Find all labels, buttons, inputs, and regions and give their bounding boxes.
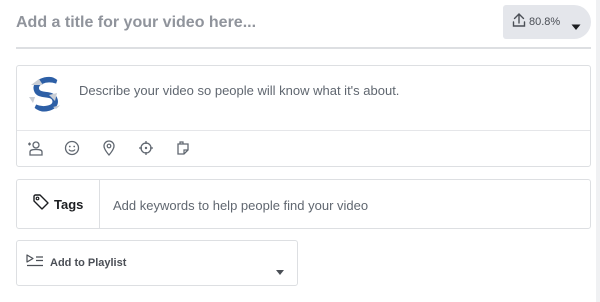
playlist-label: Add to Playlist [50,257,127,269]
playlist-icon [26,253,44,273]
location-pin-icon [101,139,117,161]
scrollbar-track[interactable] [596,0,600,302]
tags-label: Tags [54,196,84,212]
location-button[interactable] [101,139,138,161]
sticker-button[interactable] [175,140,212,160]
description-composer [16,65,591,167]
tag-people-button[interactable] [27,140,64,160]
crosshair-button[interactable] [138,140,175,160]
description-input[interactable] [79,80,574,100]
upload-progress-button[interactable]: 80.8% [503,5,591,39]
title-bar: 80.8% [0,0,600,47]
tags-label-cell: Tags [17,180,100,228]
composer-toolbar [27,139,212,161]
tags-input[interactable] [113,196,573,214]
avatar [27,75,65,113]
upload-icon [512,12,526,33]
add-to-playlist-dropdown[interactable]: Add to Playlist [16,240,298,286]
video-title-input[interactable] [16,10,486,36]
title-divider [16,47,591,49]
tags-field: Tags [16,179,591,229]
chevron-down-icon [571,18,581,36]
tag-icon [32,193,50,216]
tag-people-icon [27,140,43,161]
chevron-down-icon [276,262,284,280]
description-divider [17,130,590,131]
sticker-icon [175,140,191,161]
crosshair-icon [138,140,154,161]
emoji-button[interactable] [64,140,101,160]
emoji-icon [64,140,80,161]
upload-progress-percent: 80.8% [529,16,561,28]
